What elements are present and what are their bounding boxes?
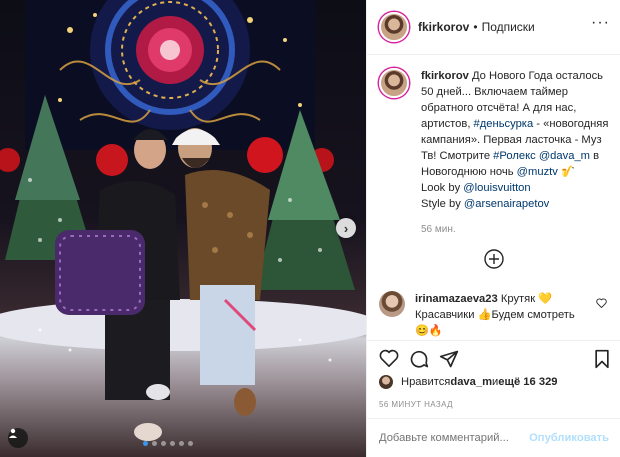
post-actions bbox=[367, 340, 620, 380]
post-photo[interactable]: › bbox=[0, 0, 366, 457]
following-button[interactable]: Подписки bbox=[482, 20, 535, 34]
look-prefix: Look by bbox=[421, 182, 464, 194]
carousel-next-button[interactable]: › bbox=[336, 218, 356, 238]
hashtag-link[interactable]: #Ролекс bbox=[493, 150, 536, 162]
comment-icon[interactable] bbox=[409, 349, 429, 372]
photo-illustration bbox=[0, 0, 366, 441]
likes-count[interactable]: ещё 16 329 bbox=[498, 376, 557, 388]
heart-icon[interactable] bbox=[379, 349, 399, 370]
caption-text: fkirkorov До Нового Года осталось 50 дне… bbox=[421, 68, 615, 212]
caption-username[interactable]: fkirkorov bbox=[421, 70, 469, 82]
post-side-panel: fkirkorov • Подписки ··· fkirkorov До Но… bbox=[366, 0, 620, 457]
liker-avatar bbox=[379, 375, 393, 389]
caption-part-4: 🎷 bbox=[557, 166, 575, 178]
mention-link[interactable]: @louisvuitton bbox=[463, 182, 530, 194]
comment-text: irinamazaeva23 Крутяк 💛 Красавчики 👍Буде… bbox=[415, 291, 585, 339]
load-more-comments-icon[interactable] bbox=[484, 249, 504, 269]
more-options-icon[interactable]: ··· bbox=[591, 15, 610, 31]
comment-like-icon[interactable] bbox=[596, 297, 607, 311]
carousel-indicator bbox=[143, 441, 193, 446]
commenter-username[interactable]: irinamazaeva23 bbox=[415, 293, 498, 305]
comment-item: irinamazaeva23 Крутяк 💛 Красавчики 👍Буде… bbox=[379, 291, 615, 339]
mention-link[interactable]: @dava_m bbox=[539, 150, 590, 162]
style-prefix: Style by bbox=[421, 198, 464, 210]
caption-style-line: Style by @arsenairapetov bbox=[421, 196, 615, 212]
caption-look-line: Look by @louisvuitton bbox=[421, 180, 615, 196]
header-separator: • bbox=[473, 20, 478, 34]
likes-prefix: Нравится bbox=[401, 376, 451, 388]
comment-input[interactable] bbox=[379, 432, 530, 444]
carousel-dot bbox=[188, 441, 193, 446]
post-timestamp[interactable]: 56 МИНУТ НАЗАД bbox=[379, 400, 453, 409]
commenter-avatar[interactable] bbox=[379, 291, 405, 317]
post-caption: fkirkorov До Нового Года осталось 50 дне… bbox=[379, 68, 615, 235]
mention-link[interactable]: @arsenairapetov bbox=[464, 198, 549, 210]
caption-timestamp[interactable]: 56 мин. bbox=[421, 224, 615, 235]
add-comment-bar: Опубликовать bbox=[367, 418, 620, 457]
carousel-dot bbox=[161, 441, 166, 446]
caption-body: fkirkorov До Нового Года осталось 50 дне… bbox=[409, 68, 615, 235]
carousel-dot bbox=[152, 441, 157, 446]
share-icon[interactable] bbox=[439, 349, 459, 372]
publish-comment-button[interactable]: Опубликовать bbox=[529, 432, 609, 444]
carousel-dot bbox=[179, 441, 184, 446]
hashtag-link[interactable]: #деньсурка bbox=[474, 118, 534, 130]
mention-link[interactable]: @muztv bbox=[517, 166, 558, 178]
user-tag-icon[interactable] bbox=[8, 428, 28, 448]
likes-summary[interactable]: Нравится dava_m и ещё 16 329 bbox=[379, 375, 558, 389]
liker-username[interactable]: dava_m bbox=[450, 376, 492, 388]
carousel-dot-active bbox=[143, 441, 148, 446]
caption-author-avatar[interactable] bbox=[379, 68, 409, 98]
author-username[interactable]: fkirkorov bbox=[418, 20, 469, 34]
author-avatar[interactable] bbox=[379, 12, 409, 42]
carousel-dot bbox=[170, 441, 175, 446]
bookmark-icon[interactable] bbox=[593, 349, 611, 372]
post-header: fkirkorov • Подписки ··· bbox=[367, 0, 620, 55]
